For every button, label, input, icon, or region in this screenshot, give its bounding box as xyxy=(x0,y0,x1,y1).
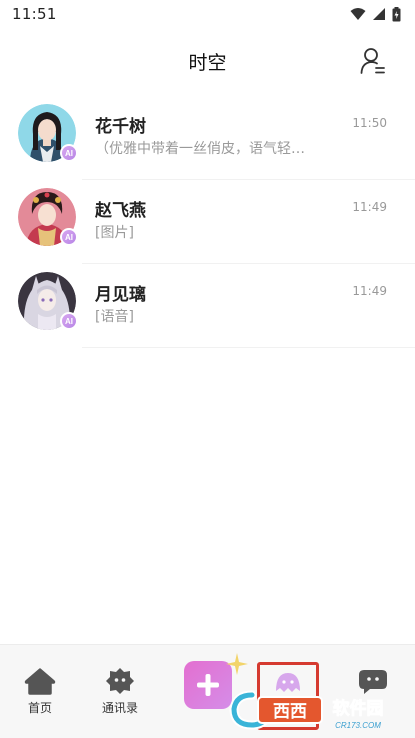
svg-text:CR173.COM: CR173.COM xyxy=(335,721,381,730)
avatar: AI xyxy=(18,272,78,330)
page-title: 时空 xyxy=(188,51,227,74)
avatar: AI xyxy=(18,104,78,162)
home-icon xyxy=(24,668,56,695)
watermark-logo: 西西 软件园 CR173.COM xyxy=(229,690,384,730)
chat-name: 花千树 xyxy=(95,117,146,137)
chat-list: AI 花千树 11:50 （优雅中带着一丝俏皮，语气轻… AI 赵飞燕 11:4… xyxy=(0,96,415,348)
nav-contacts-label: 通讯录 xyxy=(102,701,139,715)
nav-home[interactable]: 首页 xyxy=(24,667,56,716)
chat-item-zhao-fei-yan[interactable]: AI 赵飞燕 11:49 [图片] xyxy=(0,180,415,264)
chat-time: 11:50 xyxy=(352,116,387,130)
chat-time: 11:49 xyxy=(352,284,387,298)
chat-name: 月见璃 xyxy=(95,285,146,305)
signal-icon xyxy=(373,8,385,20)
divider xyxy=(82,347,415,348)
user-icon xyxy=(360,48,385,74)
chat-preview: [语音] xyxy=(95,309,134,325)
chat-preview: [图片] xyxy=(95,225,134,241)
profile-button[interactable] xyxy=(359,46,387,76)
status-bar: 11:51 xyxy=(0,0,415,28)
chat-time: 11:49 xyxy=(352,200,387,214)
wifi-icon xyxy=(350,8,366,20)
chat-item-yue-jian-li[interactable]: AI 月见璃 11:49 [语音] xyxy=(0,264,415,348)
chat-item-hua-qian-shu[interactable]: AI 花千树 11:50 （优雅中带着一丝俏皮，语气轻… xyxy=(0,96,415,180)
chat-preview: （优雅中带着一丝俏皮，语气轻… xyxy=(95,141,305,157)
ai-badge: AI xyxy=(60,144,78,162)
status-icons xyxy=(350,6,401,22)
chat-name: 赵飞燕 xyxy=(95,201,146,221)
svg-text:西西: 西西 xyxy=(273,702,307,722)
app-screen: 11:51 时空 AI 花千树 11:50 （优雅中带着一丝俏皮，语气轻… AI… xyxy=(0,0,415,738)
nav-home-label: 首页 xyxy=(27,701,52,715)
status-time: 11:51 xyxy=(12,5,57,23)
nav-contacts[interactable]: 通讯录 xyxy=(102,667,138,716)
create-button[interactable] xyxy=(184,661,232,709)
top-header: 时空 xyxy=(0,38,415,84)
avatar: AI xyxy=(18,188,78,246)
contacts-icon xyxy=(106,668,134,694)
plus-icon xyxy=(197,674,219,696)
ai-badge: AI xyxy=(60,312,78,330)
ai-badge: AI xyxy=(60,228,78,246)
battery-icon xyxy=(392,6,401,21)
sparkle-icon xyxy=(226,653,248,675)
svg-text:软件园: 软件园 xyxy=(333,698,384,719)
bottom-nav: 首页 通讯录 西西 软件园 CR173.COM xyxy=(0,644,415,738)
